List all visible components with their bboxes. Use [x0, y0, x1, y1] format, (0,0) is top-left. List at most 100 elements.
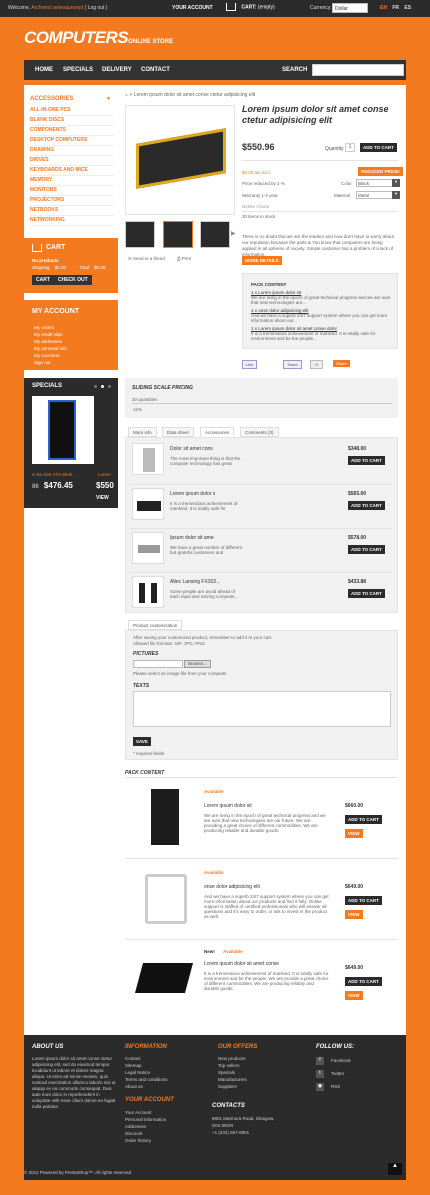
specials-title[interactable]: SPECIALS — [32, 383, 62, 389]
footer-link[interactable]: Your Account — [125, 1110, 151, 1115]
footer-link[interactable]: Terms and conditions — [125, 1077, 168, 1082]
accessory-image[interactable] — [132, 443, 164, 475]
add-to-cart-button[interactable]: ADD TO CART — [360, 143, 397, 152]
product-thumb[interactable] — [200, 221, 230, 248]
chevron-up-icon[interactable]: ▲ — [388, 1163, 402, 1175]
nav-home[interactable]: HOME — [35, 67, 53, 73]
footer-link[interactable]: Specials — [218, 1070, 235, 1075]
site-logo[interactable]: COMPUTERSONLINE STORE — [24, 28, 173, 48]
categories-title[interactable]: ACCESSORIES — [30, 96, 74, 102]
user-link[interactable]: Archived seriesquezept — [31, 5, 83, 11]
google-plus-button[interactable]: +1 — [310, 360, 323, 369]
accessory-image[interactable] — [132, 532, 164, 564]
special-product-name[interactable]: ei BLADE ATX-9840 — [32, 472, 72, 477]
chevron-down-icon[interactable]: ▼ — [392, 191, 400, 199]
tab-comments[interactable]: Comments (3) — [240, 427, 279, 437]
lang-fr[interactable]: FR — [392, 5, 399, 11]
pack-product-name[interactable]: Lorem ipsum dolor sit — [204, 803, 252, 809]
color-select[interactable]: Black — [356, 179, 396, 187]
add-to-cart-button[interactable]: ADD TO CART — [348, 589, 385, 598]
chevron-down-icon[interactable]: ▼ — [392, 179, 400, 187]
footer-link[interactable]: Legal Notice — [125, 1070, 150, 1075]
chevron-down-icon[interactable]: ▼ — [106, 96, 111, 102]
rss-link[interactable]: RSS — [331, 1084, 340, 1089]
category-item[interactable]: BLANK DISCS — [30, 117, 114, 126]
currency-select[interactable]: Dollar — [332, 3, 368, 13]
footer-link[interactable]: Order history — [125, 1138, 151, 1143]
nav-delivery[interactable]: DELIVERY — [102, 67, 132, 73]
lang-en[interactable]: EN — [380, 5, 387, 11]
slider-dot-active[interactable] — [101, 385, 104, 388]
category-item[interactable]: DRIVES — [30, 157, 114, 166]
pack-product-name[interactable]: Lorem ipsum dolor sit amet conse — [204, 961, 279, 967]
search-input[interactable] — [312, 64, 404, 76]
send-to-friend[interactable]: ✉ Send to a friend — [128, 256, 165, 262]
category-item[interactable]: MEMORY — [30, 177, 114, 186]
special-view-link[interactable]: VIEW — [96, 495, 109, 501]
accessory-image[interactable] — [132, 576, 164, 608]
pack-product-name[interactable]: onse dolor adipisicing elit — [204, 884, 260, 890]
footer-link[interactable]: New products — [218, 1056, 246, 1061]
account-link[interactable]: My orders — [34, 325, 54, 330]
footer-link[interactable]: Manufacturers — [218, 1077, 247, 1082]
facebook-icon[interactable]: f — [316, 1057, 324, 1065]
pack-product-image[interactable] — [135, 787, 197, 847]
facebook-link[interactable]: Facebook — [331, 1058, 351, 1063]
chevron-right-icon[interactable]: ▶ — [231, 230, 236, 237]
rss-icon[interactable]: ◉ — [316, 1083, 324, 1091]
product-thumb[interactable] — [125, 221, 155, 248]
custom-text-area[interactable] — [133, 691, 391, 727]
accessory-name[interactable]: Dolor sit amet cons — [170, 446, 213, 452]
footer-link[interactable]: Suppliers — [218, 1084, 237, 1089]
slider-dot[interactable] — [108, 385, 111, 388]
special-product-name-next[interactable]: Lorem — [98, 472, 111, 477]
checkout-button[interactable]: CHECK OUT — [54, 275, 92, 285]
add-to-cart-button[interactable]: ADD TO CART — [348, 501, 385, 510]
tweet-button[interactable]: Tweet — [283, 360, 302, 369]
slider-dot[interactable] — [94, 385, 97, 388]
material-select[interactable]: Metal — [356, 191, 396, 199]
delete-choice-link[interactable]: Delete choice — [242, 204, 269, 209]
my-account-title[interactable]: MY ACCOUNT — [32, 308, 79, 315]
cart-button[interactable]: CART — [32, 275, 54, 285]
quantity-input[interactable]: 1 — [345, 143, 355, 152]
accessory-name[interactable]: Lorem ipsum dolor s — [170, 491, 215, 497]
pack-product-image[interactable] — [131, 949, 197, 1009]
add-to-cart-button[interactable]: ADD TO CART — [345, 815, 382, 824]
product-thumb-active[interactable] — [163, 221, 193, 248]
print-link[interactable]: ⎙ Print — [177, 256, 191, 261]
accessory-image[interactable] — [132, 488, 164, 520]
your-account-link[interactable]: YOUR ACCOUNT — [172, 5, 213, 11]
file-path-input[interactable] — [133, 660, 183, 668]
twitter-link[interactable]: Twitter — [331, 1071, 344, 1076]
logout-link[interactable]: ( Log out ) — [85, 5, 108, 11]
cart-box-title[interactable]: CART — [46, 244, 65, 251]
add-to-cart-button[interactable]: ADD TO CART — [345, 977, 382, 986]
category-item[interactable]: NETBOOKS — [30, 207, 114, 216]
tab-data-sheet[interactable]: Data sheet — [162, 427, 194, 437]
tab-more-info[interactable]: More info — [128, 427, 157, 437]
category-item[interactable]: COMPONENTS — [30, 127, 114, 136]
sign-out-link[interactable]: Sign out — [34, 360, 51, 365]
product-main-image[interactable] — [125, 105, 235, 215]
account-link[interactable]: My personal info — [34, 346, 67, 351]
nav-specials[interactable]: SPECIALS — [63, 67, 93, 73]
category-item[interactable]: DESKTOP COMPUTERS — [30, 137, 114, 146]
tab-accessories[interactable]: Accessories — [200, 427, 235, 437]
account-link[interactable]: My vouchers — [34, 353, 60, 358]
add-to-cart-button[interactable]: ADD TO CART — [348, 456, 385, 465]
header-cart[interactable]: CART: (empty) — [226, 3, 275, 11]
accessory-name[interactable]: Ipsum dolor sit ame — [170, 535, 214, 541]
category-item[interactable]: NETWORKING — [30, 217, 114, 226]
save-button[interactable]: SAVE — [133, 737, 151, 746]
special-product-image[interactable] — [32, 396, 94, 464]
footer-link[interactable]: Addresses — [125, 1124, 146, 1129]
category-item[interactable]: ALL-IN-ONE PCS — [30, 107, 114, 116]
category-item[interactable]: KEYBOARDS AND MICE — [30, 167, 114, 176]
footer-link[interactable]: Personal information — [125, 1117, 166, 1122]
account-link[interactable]: My addresses — [34, 339, 62, 344]
footer-link[interactable]: Top sellers — [218, 1063, 240, 1068]
view-button[interactable]: VIEW — [345, 991, 363, 1000]
footer-link[interactable]: Sitemap — [125, 1063, 142, 1068]
footer-link[interactable]: Discount — [125, 1131, 143, 1136]
